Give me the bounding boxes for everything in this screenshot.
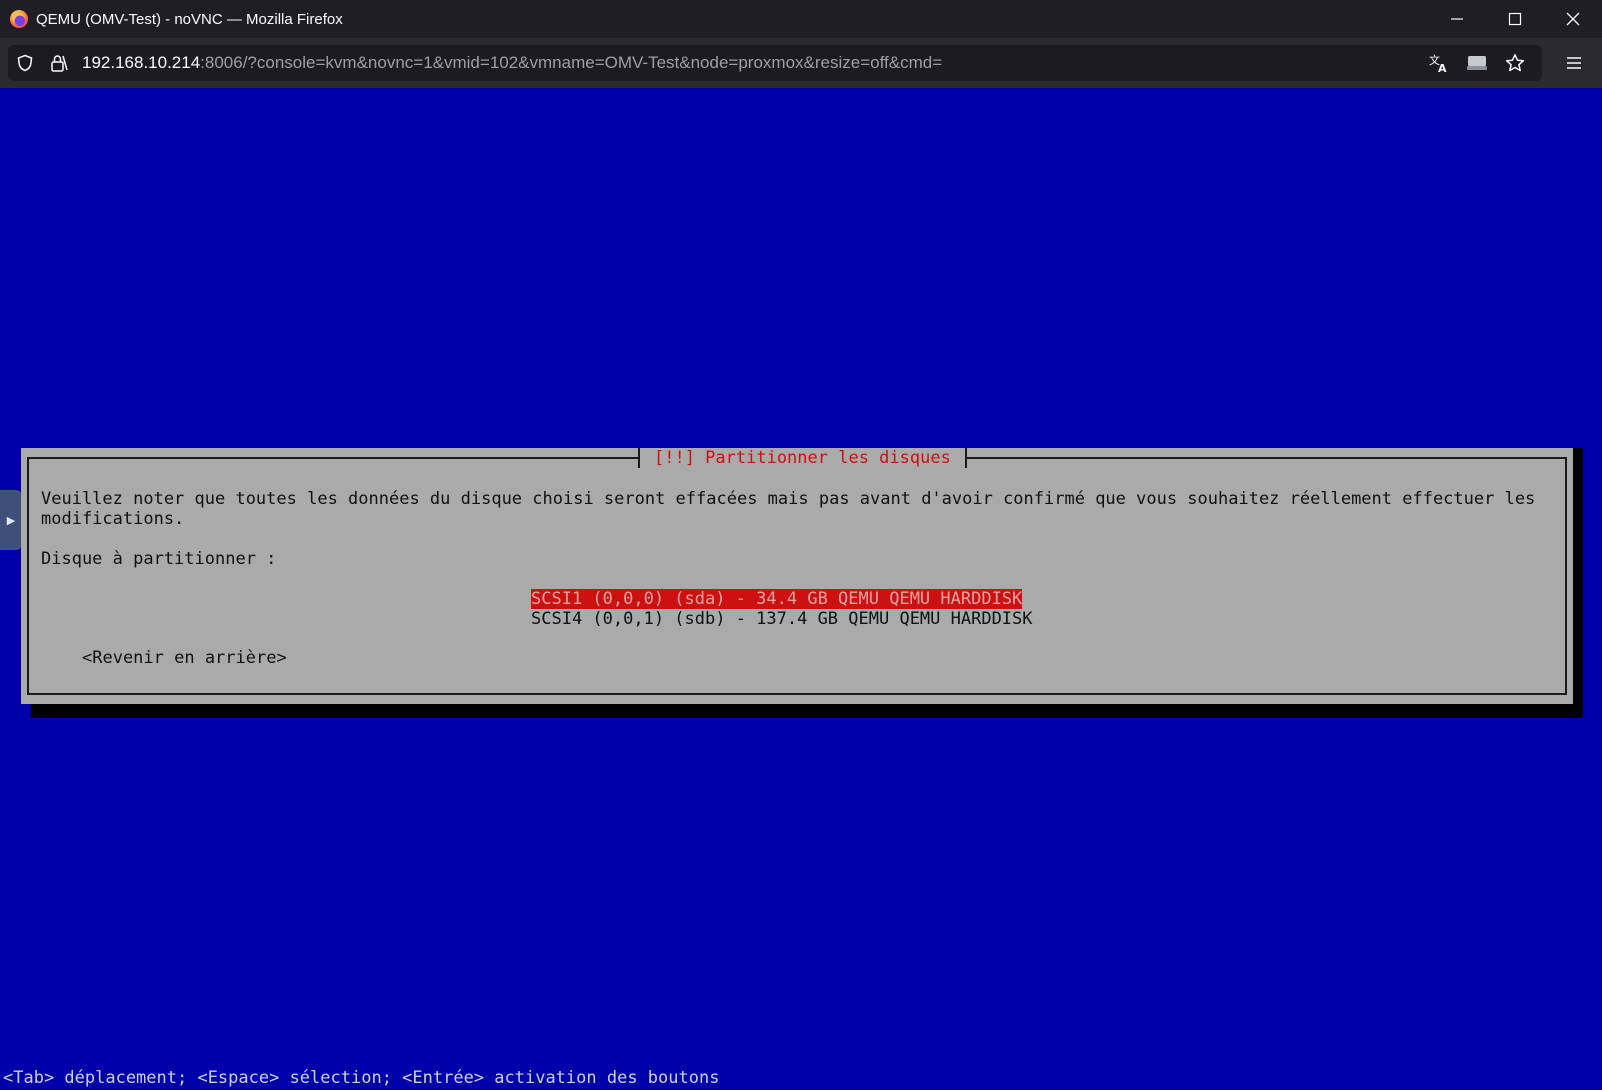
disk-prompt: Disque à partitionner : bbox=[41, 549, 277, 569]
minimize-icon bbox=[1451, 18, 1463, 20]
lock-icon[interactable] bbox=[42, 45, 76, 81]
close-button[interactable] bbox=[1544, 0, 1602, 38]
navigation-toolbar: 192.168.10.214:8006/?console=kvm&novnc=1… bbox=[0, 38, 1602, 88]
disk-option-sdb[interactable]: SCSI4 (0,0,1) (sdb) - 137.4 GB QEMU QEMU… bbox=[531, 609, 1033, 629]
back-button[interactable]: <Revenir en arrière> bbox=[82, 648, 287, 668]
partition-dialog: [!!] Partitionner les disques Veuillez n… bbox=[21, 448, 1573, 704]
menu-icon bbox=[1567, 57, 1581, 69]
disk-option-sda[interactable]: SCSI1 (0,0,0) (sda) - 34.4 GB QEMU QEMU … bbox=[531, 589, 1023, 609]
url-bar[interactable]: 192.168.10.214:8006/?console=kvm&novnc=1… bbox=[8, 45, 1542, 81]
vnc-screen[interactable]: ▶ [!!] Partitionner les disques Veuillez… bbox=[0, 88, 1602, 1090]
window-title: QEMU (OMV-Test) - noVNC — Mozilla Firefo… bbox=[36, 10, 343, 28]
url-text[interactable]: 192.168.10.214:8006/?console=kvm&novnc=1… bbox=[82, 53, 942, 73]
chevron-right-icon: ▶ bbox=[6, 514, 16, 527]
novnc-sidebar-handle[interactable]: ▶ bbox=[0, 490, 22, 550]
url-bar-actions: 文A bbox=[1422, 45, 1532, 81]
keyboard-help-line: <Tab> déplacement; <Espace> sélection; <… bbox=[3, 1068, 720, 1088]
close-icon bbox=[1566, 12, 1580, 26]
maximize-button[interactable] bbox=[1486, 0, 1544, 38]
star-icon[interactable] bbox=[1498, 45, 1532, 81]
screen-share-icon[interactable] bbox=[1460, 45, 1494, 81]
minimize-button[interactable] bbox=[1428, 0, 1486, 38]
dialog-message-line-2: modifications. bbox=[41, 509, 185, 529]
title-bar: QEMU (OMV-Test) - noVNC — Mozilla Firefo… bbox=[0, 0, 1602, 38]
window-controls bbox=[1428, 0, 1602, 38]
shield-icon[interactable] bbox=[8, 45, 42, 81]
url-path: :8006/?console=kvm&novnc=1&vmid=102&vmna… bbox=[200, 53, 943, 72]
maximize-icon bbox=[1508, 12, 1522, 26]
url-host: 192.168.10.214 bbox=[82, 53, 201, 72]
dialog-message-line-1: Veuillez noter que toutes les données du… bbox=[41, 489, 1536, 509]
svg-text:A: A bbox=[1438, 62, 1447, 74]
firefox-logo-icon bbox=[10, 10, 28, 28]
dialog-title: [!!] Partitionner les disques bbox=[638, 448, 967, 468]
menu-button[interactable] bbox=[1562, 51, 1586, 75]
translate-icon[interactable]: 文A bbox=[1422, 45, 1456, 81]
firefox-window: QEMU (OMV-Test) - noVNC — Mozilla Firefo… bbox=[0, 0, 1602, 1090]
